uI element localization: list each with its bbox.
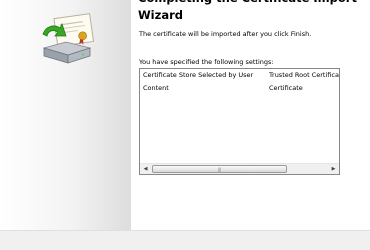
wizard-sidebar: [0, 0, 131, 230]
setting-name: Certificate Store Selected by User: [143, 71, 254, 79]
scroll-right-arrow-icon[interactable]: ▶: [328, 164, 339, 174]
settings-row: Certificate Store Selected by User Trust…: [140, 69, 339, 82]
certificate-import-icon: [42, 13, 95, 64]
grip-icon: |||: [217, 167, 222, 172]
scroll-left-arrow-icon[interactable]: ◀: [140, 164, 151, 174]
settings-list[interactable]: Certificate Store Selected by User Trust…: [139, 68, 340, 175]
wizard-content: Completing the Certificate Import Wizard…: [131, 0, 370, 230]
wizard-button-bar: [0, 230, 370, 250]
scroll-thumb[interactable]: |||: [152, 165, 287, 173]
wizard-title: Completing the Certificate Import Wizard: [138, 0, 357, 22]
horizontal-scrollbar[interactable]: ◀ ||| ▶: [140, 163, 339, 174]
wizard-subtitle: The certificate will be imported after y…: [139, 30, 312, 38]
setting-name: Content: [143, 84, 169, 92]
setting-value: Certificate: [269, 84, 303, 92]
settings-row: Content Certificate: [140, 82, 339, 95]
setting-value: Trusted Root Certification Authorities: [269, 71, 339, 79]
settings-label: You have specified the following setting…: [139, 58, 274, 66]
